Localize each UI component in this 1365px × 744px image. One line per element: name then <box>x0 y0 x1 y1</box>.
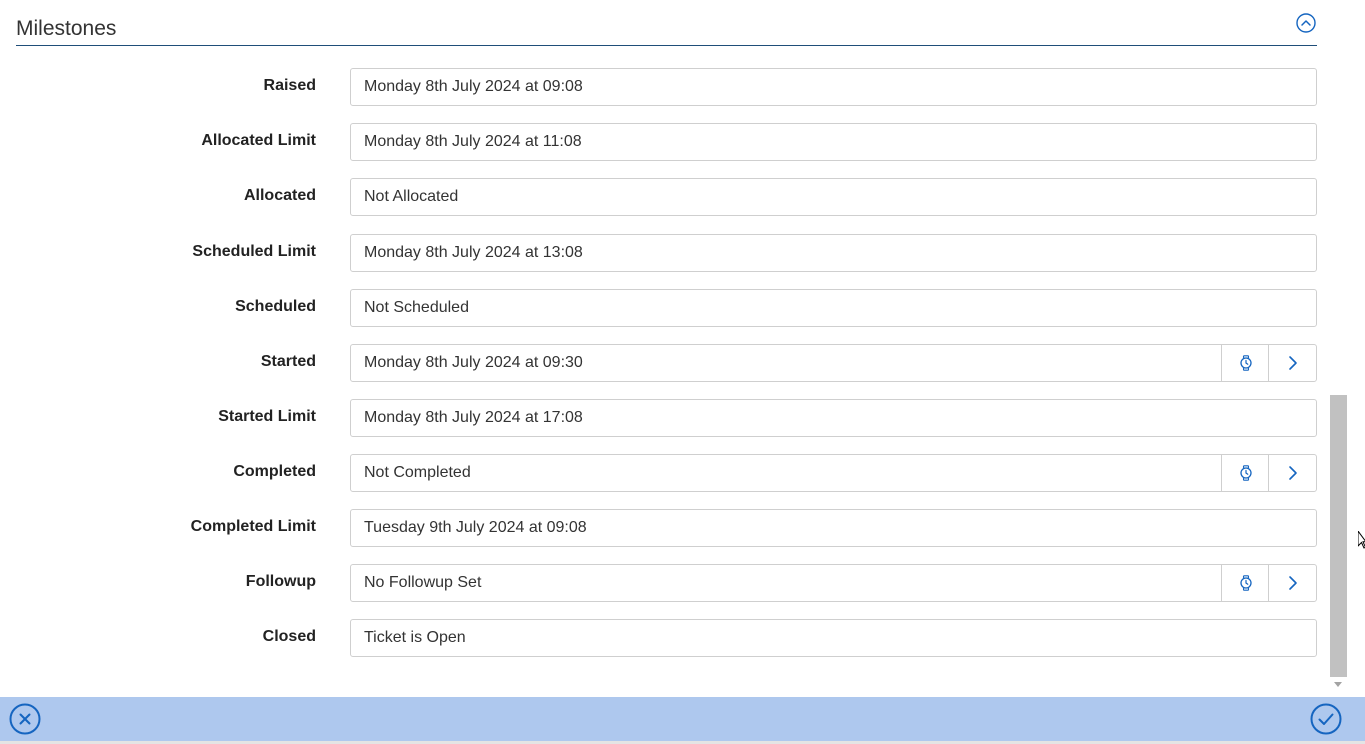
started-timer-button[interactable] <box>1221 345 1269 381</box>
milestone-row-started-limit: Started Limit Monday 8th July 2024 at 17… <box>0 399 1330 437</box>
milestone-row-closed: Closed Ticket is Open <box>0 619 1330 657</box>
milestone-label: Started <box>260 353 316 370</box>
milestone-field-completed[interactable]: Not Completed <box>350 454 1317 492</box>
section-title: Milestones <box>16 17 117 40</box>
milestone-row-allocated: Allocated Not Allocated <box>0 178 1330 216</box>
milestone-field-raised[interactable]: Monday 8th July 2024 at 09:08 <box>350 68 1317 106</box>
stopwatch-icon <box>1239 465 1252 481</box>
milestone-value: Tuesday 9th July 2024 at 09:08 <box>364 519 587 536</box>
milestone-row-completed-limit: Completed Limit Tuesday 9th July 2024 at… <box>0 509 1330 547</box>
completed-timer-button[interactable] <box>1221 455 1269 491</box>
milestone-value: No Followup Set <box>364 574 482 591</box>
started-next-button[interactable] <box>1268 345 1316 381</box>
milestone-field-closed[interactable]: Ticket is Open <box>350 619 1317 657</box>
milestone-value: Not Completed <box>364 464 471 481</box>
check-circle-icon <box>1310 703 1342 735</box>
milestone-label: Followup <box>245 573 316 590</box>
milestone-label: Closed <box>262 628 316 645</box>
chevron-right-icon <box>1288 576 1297 590</box>
footer-action-bar <box>0 697 1365 741</box>
followup-timer-button[interactable] <box>1221 565 1269 601</box>
vertical-scrollbar[interactable] <box>1330 0 1347 697</box>
milestone-value: Not Allocated <box>364 188 459 205</box>
mouse-cursor-icon <box>1358 531 1365 549</box>
milestone-field-scheduled[interactable]: Not Scheduled <box>350 289 1317 327</box>
milestone-label: Allocated <box>243 187 316 204</box>
stopwatch-icon <box>1239 575 1252 591</box>
milestone-row-scheduled-limit: Scheduled Limit Monday 8th July 2024 at … <box>0 234 1330 272</box>
stopwatch-icon <box>1239 355 1252 371</box>
close-circle-icon <box>9 703 41 735</box>
milestone-row-followup: Followup No Followup Set <box>0 564 1330 602</box>
milestone-value: Monday 8th July 2024 at 11:08 <box>364 133 582 150</box>
scroll-down-arrow-icon[interactable] <box>1334 682 1342 687</box>
milestone-value: Monday 8th July 2024 at 09:30 <box>364 354 583 371</box>
milestone-value: Not Scheduled <box>364 299 469 316</box>
milestone-label: Raised <box>263 77 316 94</box>
milestone-field-completed-limit[interactable]: Tuesday 9th July 2024 at 09:08 <box>350 509 1317 547</box>
milestone-value: Monday 8th July 2024 at 09:08 <box>364 78 583 95</box>
milestone-value: Ticket is Open <box>364 629 466 646</box>
milestone-label: Scheduled <box>235 298 316 315</box>
milestone-field-started[interactable]: Monday 8th July 2024 at 09:30 <box>350 344 1317 382</box>
milestone-field-scheduled-limit[interactable]: Monday 8th July 2024 at 13:08 <box>350 234 1317 272</box>
milestone-field-started-limit[interactable]: Monday 8th July 2024 at 17:08 <box>350 399 1317 437</box>
milestone-row-raised: Raised Monday 8th July 2024 at 09:08 <box>0 68 1330 106</box>
followup-next-button[interactable] <box>1268 565 1316 601</box>
milestone-value: Monday 8th July 2024 at 13:08 <box>364 244 583 261</box>
milestone-label: Completed Limit <box>190 518 316 535</box>
chevron-up-circle-icon <box>1296 13 1316 33</box>
milestones-panel: Milestones Raised Monday 8th July 2024 a… <box>0 0 1365 697</box>
milestone-field-followup[interactable]: No Followup Set <box>350 564 1317 602</box>
milestone-field-allocated-limit[interactable]: Monday 8th July 2024 at 11:08 <box>350 123 1317 161</box>
milestone-label: Started Limit <box>218 408 316 425</box>
confirm-button[interactable] <box>1310 703 1342 735</box>
milestone-row-completed: Completed Not Completed <box>0 454 1330 492</box>
milestone-label: Completed <box>233 463 316 480</box>
milestone-value: Monday 8th July 2024 at 17:08 <box>364 409 583 426</box>
collapse-section-button[interactable] <box>1296 13 1316 33</box>
milestone-row-allocated-limit: Allocated Limit Monday 8th July 2024 at … <box>0 123 1330 161</box>
chevron-right-icon <box>1288 356 1297 370</box>
completed-next-button[interactable] <box>1268 455 1316 491</box>
milestone-row-scheduled: Scheduled Not Scheduled <box>0 289 1330 327</box>
chevron-right-icon <box>1288 466 1297 480</box>
cancel-button[interactable] <box>9 703 41 735</box>
scrollbar-thumb[interactable] <box>1330 395 1347 677</box>
milestone-label: Allocated Limit <box>201 132 316 149</box>
milestone-field-allocated[interactable]: Not Allocated <box>350 178 1317 216</box>
milestone-label: Scheduled Limit <box>192 243 316 260</box>
section-header: Milestones <box>16 0 1317 46</box>
milestone-row-started: Started Monday 8th July 2024 at 09:30 <box>0 344 1330 382</box>
